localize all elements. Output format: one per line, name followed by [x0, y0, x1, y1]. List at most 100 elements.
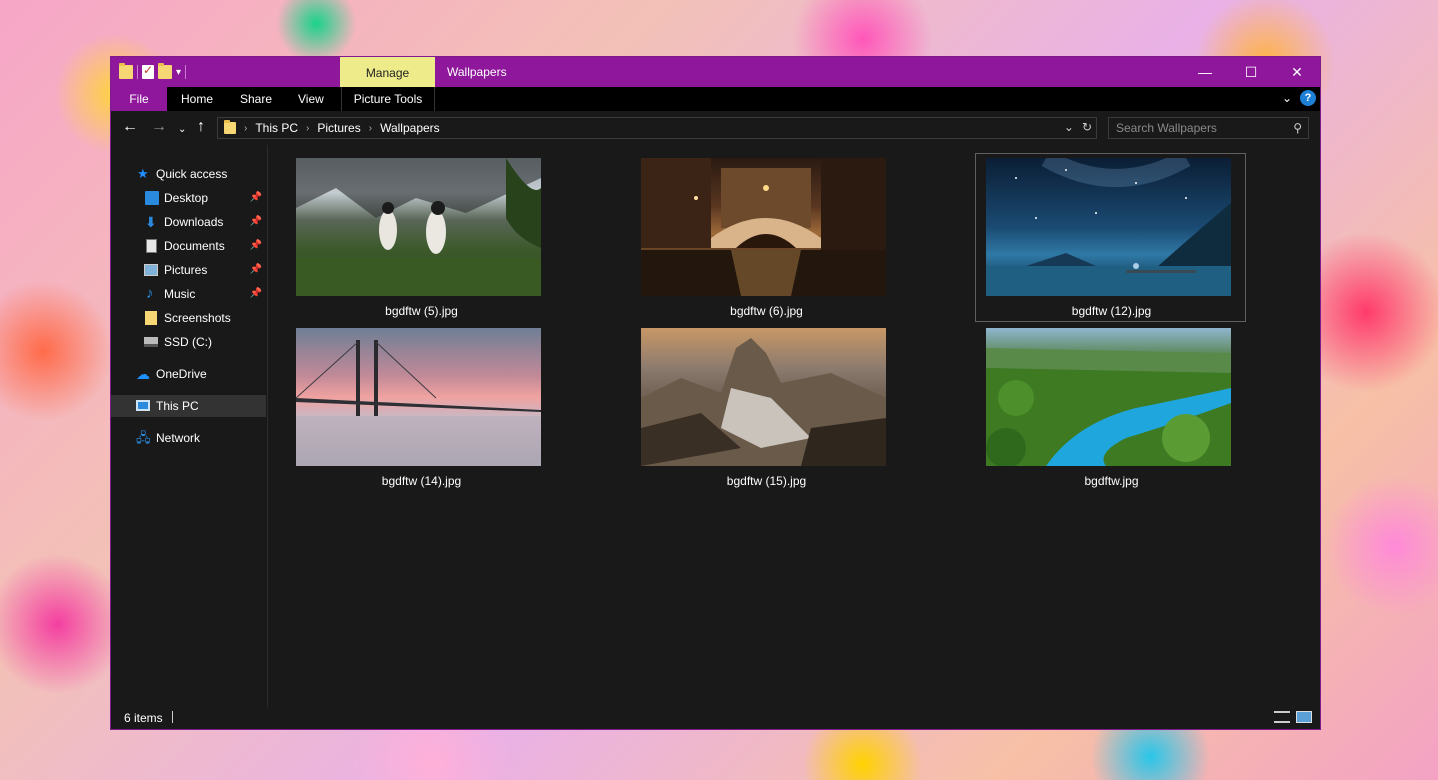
sidebar-item-music[interactable]: ♪ Music 📌 [111, 283, 266, 305]
breadcrumb-pictures[interactable]: Pictures [317, 121, 360, 135]
tab-manage[interactable]: Manage [340, 57, 435, 87]
breadcrumb-this-pc[interactable]: This PC [255, 121, 298, 135]
sidebar-item-label: Music [164, 287, 196, 301]
tab-file[interactable]: File [111, 87, 167, 111]
toolbar-divider [137, 65, 138, 79]
sidebar-item-label: Quick access [156, 167, 228, 181]
refresh-icon[interactable]: ↻ [1082, 120, 1092, 134]
file-item-bgdftw-12[interactable]: bgdftw (12).jpg [975, 153, 1246, 322]
breadcrumb-wallpapers[interactable]: Wallpapers [380, 121, 440, 135]
ribbon-controls: ⌄ ? [1282, 90, 1316, 106]
breadcrumb-separator[interactable]: › [244, 123, 247, 134]
music-icon: ♪ [146, 285, 154, 302]
breadcrumb-separator[interactable]: › [306, 123, 309, 134]
address-bar[interactable]: › This PC › Pictures › Wallpapers ⌄ ↻ [217, 117, 1097, 139]
maximize-button[interactable]: ☐ [1228, 57, 1274, 87]
thumbnail-image [296, 158, 541, 296]
large-icons-view-icon[interactable] [1296, 711, 1312, 723]
sidebar-item-screenshots[interactable]: Screenshots [111, 307, 266, 329]
star-icon: ★ [137, 166, 149, 181]
file-list: bgdftw (5).jpg bgdftw (6).jpg bgdftw (12… [269, 145, 1320, 707]
new-folder-icon[interactable] [158, 63, 172, 79]
address-controls: ⌄ ↻ [1064, 120, 1092, 134]
file-item-bgdftw-6[interactable]: bgdftw (6).jpg [630, 153, 901, 322]
thumbnail-image [986, 328, 1231, 466]
recent-locations-button[interactable]: ⌄ [178, 121, 186, 139]
search-icon[interactable]: ⚲ [1293, 121, 1302, 135]
sidebar-item-pictures[interactable]: Pictures 📌 [111, 259, 266, 281]
pin-icon: 📌 [249, 216, 262, 227]
thumbnail-image [641, 328, 886, 466]
downloads-icon: ⬇ [145, 214, 157, 230]
sidebar-item-ssd[interactable]: SSD (C:) [111, 331, 266, 353]
sidebar-item-label: OneDrive [156, 367, 207, 381]
file-item-bgdftw-15[interactable]: bgdftw (15).jpg [630, 323, 901, 492]
window-title: Wallpapers [447, 65, 507, 79]
navigation-pane: ★ Quick access Desktop 📌 ⬇ Downloads 📌 D… [111, 145, 268, 707]
file-name: bgdftw (15).jpg [726, 474, 807, 488]
tab-view[interactable]: View [286, 87, 336, 111]
sidebar-item-this-pc[interactable]: This PC [111, 395, 266, 417]
sidebar-item-label: Downloads [164, 215, 224, 229]
caption-buttons: — ☐ ✕ [1182, 57, 1320, 87]
thumbnail-image [986, 158, 1231, 296]
sidebar-item-label: This PC [156, 399, 199, 413]
close-button[interactable]: ✕ [1274, 57, 1320, 87]
status-bar: 6 items [111, 707, 1320, 729]
file-name: bgdftw (5).jpg [385, 304, 458, 318]
sidebar-item-label: Screenshots [164, 311, 231, 325]
item-count: 6 items [124, 711, 163, 725]
computer-icon [136, 400, 150, 411]
documents-icon [146, 239, 157, 253]
tab-home[interactable]: Home [169, 87, 225, 111]
file-item-bgdftw[interactable]: bgdftw.jpg [975, 323, 1246, 492]
sidebar-item-label: Network [156, 431, 201, 445]
file-item-bgdftw-14[interactable]: bgdftw (14).jpg [285, 323, 556, 492]
tab-share[interactable]: Share [228, 87, 284, 111]
drive-icon [144, 337, 158, 347]
back-button[interactable]: ← [122, 118, 138, 136]
customize-toolbar-icon[interactable]: ▾ [176, 67, 181, 78]
pictures-icon [144, 264, 158, 276]
sidebar-item-label: Desktop [164, 191, 209, 205]
forward-button[interactable]: → [151, 118, 167, 136]
thumbnail-image [641, 158, 886, 296]
desktop-icon [145, 191, 159, 205]
file-explorer-window: ▾ Manage Wallpapers — ☐ ✕ File Home Shar… [110, 56, 1321, 730]
bridge-thumbnail [296, 340, 541, 466]
tab-picture-tools[interactable]: Picture Tools [341, 87, 435, 111]
sidebar-item-documents[interactable]: Documents 📌 [111, 235, 266, 257]
quick-access-toolbar: ▾ [119, 63, 187, 81]
expand-ribbon-icon[interactable]: ⌄ [1282, 91, 1292, 105]
address-dropdown-icon[interactable]: ⌄ [1064, 120, 1074, 134]
mountains-thumbnail [641, 338, 886, 466]
sidebar-item-onedrive[interactable]: ☁ OneDrive [111, 363, 266, 385]
minimize-button[interactable]: — [1182, 57, 1228, 87]
sidebar-item-downloads[interactable]: ⬇ Downloads 📌 [111, 211, 266, 233]
status-divider [172, 711, 173, 723]
breadcrumb-separator[interactable]: › [369, 123, 372, 134]
sidebar-item-quick-access[interactable]: ★ Quick access [111, 163, 266, 185]
cloud-icon: ☁ [136, 366, 150, 382]
file-name: bgdftw (12).jpg [1071, 304, 1152, 318]
sidebar-item-network[interactable]: 🖧 Network [111, 427, 266, 449]
up-button[interactable]: ↑ [197, 118, 205, 136]
folder-icon [224, 120, 236, 134]
network-icon: 🖧 [136, 430, 151, 445]
folder-icon [119, 63, 133, 79]
details-view-icon[interactable] [1274, 711, 1290, 723]
sidebar-item-label: SSD (C:) [164, 335, 212, 349]
pin-icon: 📌 [249, 240, 262, 251]
toolbar-divider [185, 65, 187, 79]
sidebar-item-desktop[interactable]: Desktop 📌 [111, 187, 266, 209]
pin-icon: 📌 [249, 192, 262, 203]
milky-way-lake-thumbnail [986, 158, 1231, 296]
address-row: ← → ⌄ ↑ › This PC › Pictures › Wallpaper… [111, 111, 1320, 145]
help-icon[interactable]: ? [1300, 90, 1316, 106]
thumbnail-image [296, 328, 541, 466]
file-item-bgdftw-5[interactable]: bgdftw (5).jpg [285, 153, 556, 322]
title-bar: ▾ Manage Wallpapers — ☐ ✕ [111, 57, 1320, 87]
search-input[interactable] [1109, 121, 1279, 135]
properties-icon[interactable] [142, 63, 154, 79]
search-box[interactable]: ⚲ [1108, 117, 1309, 139]
